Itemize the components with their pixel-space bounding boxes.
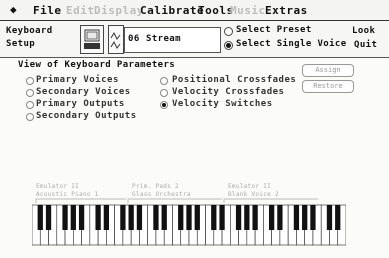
stream-field[interactable]: 06 Stream bbox=[124, 27, 221, 53]
menu-file[interactable]: File bbox=[33, 4, 62, 17]
velocity-crossfades-label[interactable]: Velocity Crossfades bbox=[172, 87, 284, 97]
black-key[interactable] bbox=[277, 205, 283, 230]
black-key[interactable] bbox=[219, 205, 225, 230]
black-key[interactable] bbox=[62, 205, 68, 230]
primary-voices-label[interactable]: Primary Voices bbox=[36, 75, 119, 85]
black-key[interactable] bbox=[186, 205, 192, 230]
zone-3-voice: Blank Voice 2 bbox=[228, 191, 279, 198]
stream-wave-icon[interactable] bbox=[108, 25, 124, 54]
quit-button[interactable]: Quit bbox=[354, 40, 377, 50]
select-preset-label[interactable]: Select Preset bbox=[236, 25, 312, 35]
stream-number: 06 bbox=[128, 34, 140, 44]
setup-label-line1: Keyboard bbox=[6, 26, 53, 36]
black-key[interactable] bbox=[310, 205, 316, 230]
black-key[interactable] bbox=[70, 205, 76, 230]
black-key[interactable] bbox=[153, 205, 159, 230]
black-key[interactable] bbox=[268, 205, 275, 230]
apple-menu-icon[interactable]: ◆ bbox=[10, 3, 17, 16]
black-key[interactable] bbox=[95, 205, 101, 230]
zone-3-label: Emulator II bbox=[228, 183, 272, 190]
black-key[interactable] bbox=[45, 205, 52, 230]
menu-display[interactable]: Display bbox=[94, 4, 144, 17]
menu-edit[interactable]: Edit bbox=[66, 4, 95, 17]
secondary-voices-label[interactable]: Secondary Voices bbox=[36, 87, 131, 97]
secondary-voices-radio[interactable] bbox=[26, 89, 34, 97]
black-key[interactable] bbox=[252, 205, 258, 230]
black-key[interactable] bbox=[293, 205, 300, 230]
zone-1-label: Emulator II bbox=[36, 183, 80, 190]
assign-button[interactable]: Assign bbox=[302, 64, 354, 77]
black-key[interactable] bbox=[244, 205, 250, 230]
select-voice-radio[interactable] bbox=[224, 41, 233, 50]
keyboard-graphic[interactable] bbox=[32, 203, 346, 247]
black-key[interactable] bbox=[120, 205, 126, 230]
menu-bar: ◆ File Edit Display Calibrate Tools Musi… bbox=[0, 0, 389, 21]
black-key[interactable] bbox=[211, 205, 217, 230]
control-strip: Keyboard Setup 06 Stream Select Preset S… bbox=[0, 21, 389, 58]
secondary-outputs-label[interactable]: Secondary Outputs bbox=[36, 111, 137, 121]
zone-1-voice: Acoustic Piano 1 bbox=[36, 191, 99, 198]
black-key[interactable] bbox=[37, 205, 43, 230]
black-key[interactable] bbox=[161, 205, 167, 230]
black-key[interactable] bbox=[178, 205, 184, 230]
look-button[interactable]: Look bbox=[352, 26, 375, 36]
black-key[interactable] bbox=[78, 205, 85, 230]
velocity-switches-radio[interactable] bbox=[160, 101, 168, 109]
positional-crossfades-label[interactable]: Positional Crossfades bbox=[172, 75, 296, 85]
menu-extras[interactable]: Extras bbox=[265, 4, 308, 17]
velocity-switches-label[interactable]: Velocity Switches bbox=[172, 99, 273, 109]
black-key[interactable] bbox=[194, 205, 200, 230]
stream-label: Stream bbox=[146, 34, 181, 44]
primary-outputs-label[interactable]: Primary Outputs bbox=[36, 99, 125, 109]
black-key[interactable] bbox=[128, 205, 134, 230]
keyboard-setup-icon-graphic bbox=[84, 29, 100, 49]
menu-tools[interactable]: Tools bbox=[198, 4, 234, 17]
secondary-outputs-radio[interactable] bbox=[26, 113, 34, 121]
black-key[interactable] bbox=[335, 205, 341, 230]
zone-2-voice: Glass Orchestra bbox=[132, 191, 191, 198]
velocity-crossfades-radio[interactable] bbox=[160, 89, 168, 97]
stream-wave-icon-graphic bbox=[110, 31, 121, 49]
menu-music[interactable]: Music bbox=[230, 4, 266, 17]
keyboard-setup-icon[interactable] bbox=[80, 25, 104, 54]
primary-voices-radio[interactable] bbox=[26, 77, 34, 85]
zone-2-label: Prim. Pads 2 bbox=[132, 183, 179, 190]
menu-calibrate[interactable]: Calibrate bbox=[140, 4, 204, 17]
select-voice-label[interactable]: Select Single Voice bbox=[236, 39, 347, 49]
positional-crossfades-radio[interactable] bbox=[160, 77, 168, 85]
black-key[interactable] bbox=[235, 205, 242, 230]
restore-button[interactable]: Restore bbox=[302, 80, 354, 93]
black-key[interactable] bbox=[302, 205, 308, 230]
select-preset-radio[interactable] bbox=[224, 27, 233, 36]
setup-label-line2: Setup bbox=[6, 39, 36, 49]
black-key[interactable] bbox=[326, 205, 333, 230]
panel-title: View of Keyboard Parameters bbox=[18, 60, 176, 70]
primary-outputs-radio[interactable] bbox=[26, 101, 34, 109]
black-key[interactable] bbox=[103, 205, 110, 230]
black-key[interactable] bbox=[136, 205, 143, 230]
